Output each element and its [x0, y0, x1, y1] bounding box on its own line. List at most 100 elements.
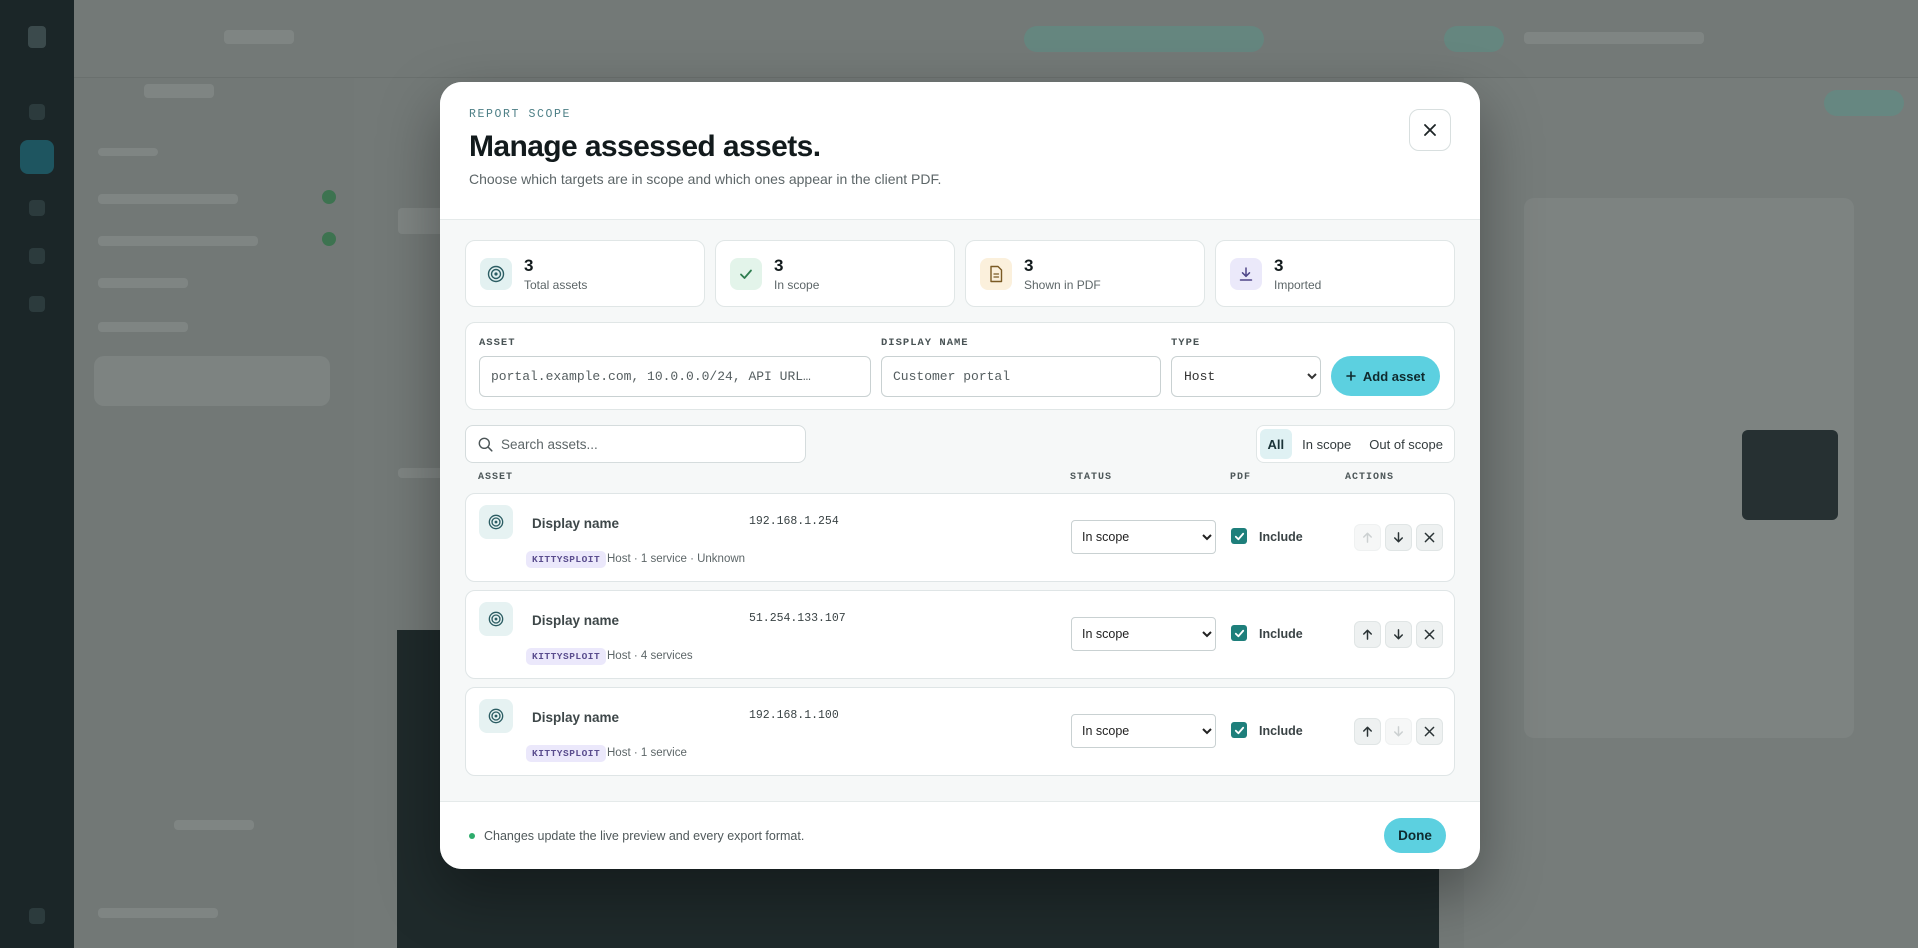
- dialog-body: 3 Total assets 3 In scope 3 Shown in PDF…: [440, 220, 1480, 776]
- remove-asset-button[interactable]: [1416, 524, 1443, 551]
- arrow-up-icon: [1363, 532, 1372, 543]
- asset-meta: Host · 4 services: [607, 650, 693, 662]
- arrow-down-icon: [1394, 726, 1403, 737]
- remove-asset-button[interactable]: [1416, 718, 1443, 745]
- scope-filter: All In scope Out of scope: [1255, 425, 1455, 463]
- column-asset: ASSET: [478, 472, 514, 483]
- stat-imported: 3 Imported: [1215, 240, 1455, 307]
- column-actions: ACTIONS: [1345, 472, 1395, 483]
- move-up-button[interactable]: [1354, 524, 1381, 551]
- bg-bar: [98, 236, 258, 246]
- bg-pill: [1824, 90, 1904, 116]
- asset-table-header: ASSET STATUS PDF ACTIONS: [465, 472, 1455, 486]
- move-down-button[interactable]: [1385, 718, 1412, 745]
- bg-pill: [1444, 26, 1504, 52]
- rail-icon: [29, 248, 45, 264]
- asset-meta: Host · 1 service · Unknown: [607, 553, 746, 565]
- stat-label: Imported: [1274, 277, 1322, 292]
- target-icon: [479, 699, 513, 733]
- display-name-input[interactable]: [881, 356, 1161, 397]
- close-icon: [1424, 532, 1435, 543]
- type-select[interactable]: Host: [1171, 356, 1321, 397]
- asset-input[interactable]: [479, 356, 871, 397]
- bg-bar: [98, 278, 188, 288]
- status-select[interactable]: In scope: [1071, 617, 1216, 651]
- move-up-button[interactable]: [1354, 621, 1381, 648]
- add-asset-form: ASSET DISPLAY NAME TYPE Host Add asset: [465, 322, 1455, 410]
- bg-thumbnail: [1742, 430, 1838, 520]
- stat-text: 3 Imported: [1274, 256, 1321, 292]
- asset-meta: Host · 1 service: [607, 747, 687, 759]
- bg-card: [94, 356, 330, 406]
- move-up-button[interactable]: [1354, 718, 1381, 745]
- stat-total-assets: 3 Total assets: [465, 240, 705, 307]
- type-field-group: TYPE Host: [1171, 337, 1321, 397]
- checkmark-icon: [1234, 629, 1244, 637]
- include-label: Include: [1259, 724, 1303, 738]
- include-checkbox[interactable]: [1231, 625, 1247, 641]
- filter-row: All In scope Out of scope: [465, 425, 1455, 463]
- asset-display-name[interactable]: Display name: [532, 710, 619, 725]
- remove-asset-button[interactable]: [1416, 621, 1443, 648]
- stat-shown-in-pdf: 3 Shown in PDF: [965, 240, 1205, 307]
- checkmark-icon: [1234, 532, 1244, 540]
- background-sidebar: [74, 0, 354, 948]
- filter-in-scope[interactable]: In scope: [1294, 429, 1359, 459]
- add-asset-button[interactable]: Add asset: [1331, 356, 1440, 396]
- search-icon: [478, 437, 493, 452]
- stat-label: Shown in PDF: [1024, 277, 1101, 292]
- close-button[interactable]: [1409, 109, 1451, 151]
- include-checkbox[interactable]: [1231, 528, 1247, 544]
- close-icon: [1424, 629, 1435, 640]
- bg-dot: [322, 232, 336, 246]
- bg-bar: [224, 30, 294, 44]
- dialog-footer: Changes update the live preview and ever…: [440, 801, 1480, 869]
- footer-note: Changes update the live preview and ever…: [469, 829, 804, 843]
- include-checkbox[interactable]: [1231, 722, 1247, 738]
- asset-list: Display name 192.168.1.254 KITTYSPLOIT H…: [465, 493, 1455, 776]
- stat-value: 3: [774, 255, 784, 275]
- dialog-header: REPORT SCOPE Manage assessed assets. Cho…: [440, 82, 1480, 220]
- bg-bar: [98, 194, 238, 204]
- app-logo: [28, 26, 46, 48]
- rail-icon-active: [20, 140, 54, 174]
- check-icon: [730, 257, 762, 290]
- stat-text: 3 Total assets: [524, 256, 587, 292]
- bg-bar: [98, 908, 218, 918]
- dialog-eyebrow: REPORT SCOPE: [469, 108, 572, 121]
- target-icon: [479, 505, 513, 539]
- close-icon: [1424, 726, 1435, 737]
- status-select[interactable]: In scope: [1071, 714, 1216, 748]
- done-button[interactable]: Done: [1384, 818, 1446, 853]
- status-dot-icon: [469, 832, 475, 839]
- type-field-label: TYPE: [1171, 337, 1201, 349]
- asset-row: Display name 51.254.133.107 KITTYSPLOIT …: [465, 590, 1455, 679]
- move-down-button[interactable]: [1385, 621, 1412, 648]
- rail-icon: [29, 908, 45, 924]
- rail-icon: [29, 200, 45, 216]
- bg-dot: [322, 190, 336, 204]
- display-name-field-group: DISPLAY NAME: [881, 337, 1161, 397]
- stat-text: 3 Shown in PDF: [1024, 256, 1101, 292]
- asset-display-name[interactable]: Display name: [532, 613, 619, 628]
- background-right-panel: [1464, 78, 1918, 948]
- filter-all[interactable]: All: [1259, 429, 1293, 459]
- dialog-subtitle: Choose which targets are in scope and wh…: [469, 171, 942, 187]
- target-icon: [479, 602, 513, 636]
- move-down-button[interactable]: [1385, 524, 1412, 551]
- status-select[interactable]: In scope: [1071, 520, 1216, 554]
- asset-display-name[interactable]: Display name: [532, 516, 619, 531]
- arrow-up-icon: [1363, 726, 1372, 737]
- bg-bar: [98, 322, 188, 332]
- asset-field-group: ASSET: [479, 337, 871, 397]
- footer-note-text: Changes update the live preview and ever…: [484, 828, 805, 843]
- download-icon: [1230, 257, 1262, 290]
- stats-row: 3 Total assets 3 In scope 3 Shown in PDF…: [465, 240, 1455, 307]
- asset-address: 192.168.1.100: [749, 709, 839, 722]
- filter-out-of-scope[interactable]: Out of scope: [1361, 429, 1451, 459]
- asset-address: 51.254.133.107: [749, 612, 846, 625]
- source-tag: KITTYSPLOIT: [526, 551, 607, 568]
- arrow-down-icon: [1394, 532, 1403, 543]
- search-input[interactable]: [501, 436, 793, 452]
- dialog-title: Manage assessed assets.: [469, 130, 821, 163]
